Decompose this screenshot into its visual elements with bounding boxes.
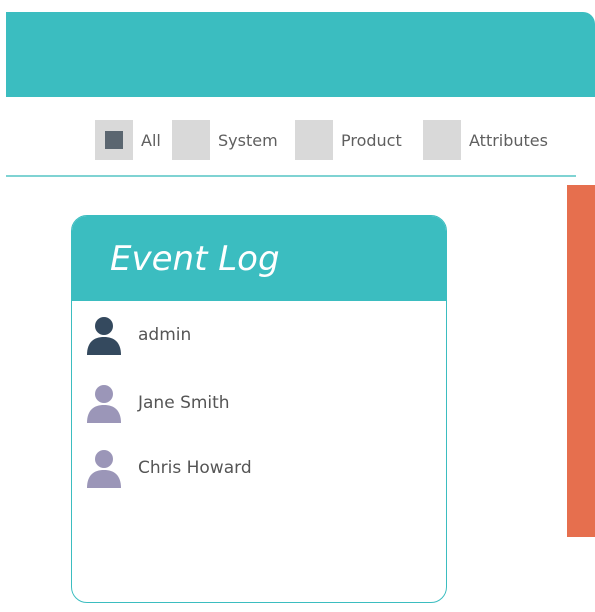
event-log-title: Event Log xyxy=(110,238,280,279)
filter-attributes[interactable]: Attributes xyxy=(423,120,548,160)
filter-system[interactable]: System xyxy=(172,120,278,160)
filter-system-checkbox[interactable] xyxy=(172,120,210,160)
user-icon xyxy=(87,385,121,423)
filter-all-label: All xyxy=(141,130,161,150)
side-panel xyxy=(567,185,595,537)
filter-all[interactable]: All xyxy=(95,120,161,160)
filter-bar: All System Product Attributes xyxy=(0,120,595,164)
event-user-name: admin xyxy=(138,325,192,345)
filter-product[interactable]: Product xyxy=(295,120,402,160)
user-icon xyxy=(87,450,121,488)
list-item[interactable]: Chris Howard xyxy=(86,446,252,490)
event-log-card: Event Log admin Jane Smith Chris Howard xyxy=(71,215,447,603)
list-item[interactable]: Jane Smith xyxy=(86,381,230,425)
event-user-name: Chris Howard xyxy=(138,458,252,478)
filter-product-label: Product xyxy=(341,130,402,150)
user-icon xyxy=(87,317,121,355)
filter-system-label: System xyxy=(218,130,278,150)
page: All System Product Attributes Event Log xyxy=(0,0,595,612)
event-user-name: Jane Smith xyxy=(138,393,230,413)
filter-attributes-label: Attributes xyxy=(469,130,548,150)
filter-all-checkbox[interactable] xyxy=(95,120,133,160)
checkbox-checked-mark xyxy=(105,131,123,149)
filter-attributes-checkbox[interactable] xyxy=(423,120,461,160)
top-banner xyxy=(6,12,595,97)
filter-product-checkbox[interactable] xyxy=(295,120,333,160)
divider xyxy=(6,175,576,177)
event-log-header: Event Log xyxy=(72,216,446,301)
list-item[interactable]: admin xyxy=(86,313,191,357)
